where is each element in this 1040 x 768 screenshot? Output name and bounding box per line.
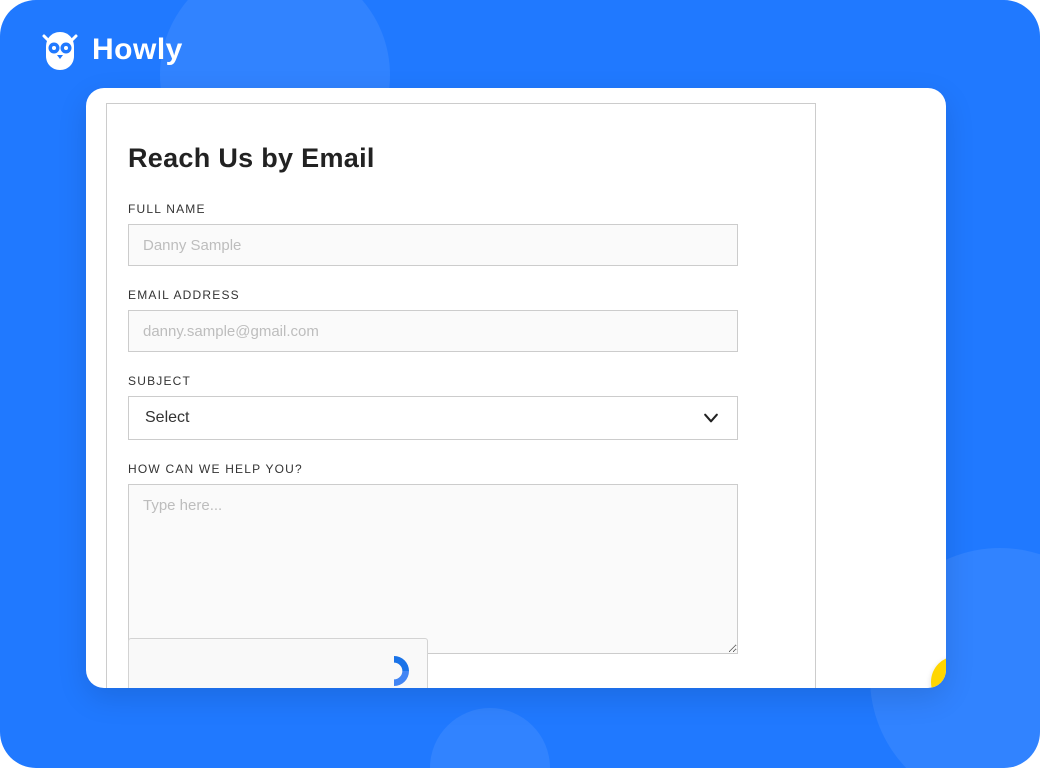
field-subject: SUBJECT Select <box>128 374 794 440</box>
brand-name: Howly <box>92 33 183 67</box>
email-label: EMAIL ADDRESS <box>128 288 794 302</box>
subject-selected-value: Select <box>145 409 189 427</box>
subject-select[interactable]: Select <box>128 396 738 440</box>
form-title: Reach Us by Email <box>128 143 794 174</box>
brand-logo: Howly <box>38 28 183 72</box>
field-email: EMAIL ADDRESS <box>128 288 794 352</box>
page-background: Howly Reach Us by Email FULL NAME EMAIL … <box>0 0 1040 768</box>
message-textarea[interactable] <box>128 484 738 654</box>
email-input[interactable] <box>128 310 738 352</box>
field-fullname: FULL NAME <box>128 202 794 266</box>
scroll-to-top-button[interactable] <box>931 656 946 688</box>
chevron-down-icon <box>701 408 721 428</box>
recaptcha-icon <box>371 645 417 688</box>
decorative-circle <box>430 708 550 768</box>
content-card: Reach Us by Email FULL NAME EMAIL ADDRES… <box>86 88 946 688</box>
recaptcha-widget[interactable] <box>128 638 428 688</box>
owl-icon <box>38 28 82 72</box>
chevron-up-icon <box>945 668 946 689</box>
subject-label: SUBJECT <box>128 374 794 388</box>
fullname-label: FULL NAME <box>128 202 794 216</box>
message-label: HOW CAN WE HELP YOU? <box>128 462 794 476</box>
contact-form: Reach Us by Email FULL NAME EMAIL ADDRES… <box>106 103 816 681</box>
field-message: HOW CAN WE HELP YOU? <box>128 462 794 659</box>
fullname-input[interactable] <box>128 224 738 266</box>
